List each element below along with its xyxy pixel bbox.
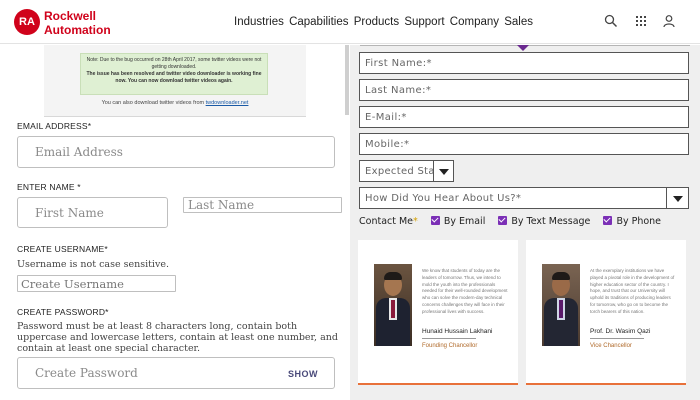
logo-badge[interactable]: RA [14, 9, 40, 35]
username-field[interactable]: Create Username [17, 275, 176, 292]
chancellor-photo [374, 264, 412, 346]
hear-about-dropdown-button[interactable] [666, 187, 689, 209]
right-last-name-field[interactable]: Last Name:* [359, 79, 689, 101]
logo[interactable]: Rockwell Automation [44, 9, 111, 37]
profile-card-vice-chancellor: At the exemplary institutions we have pl… [526, 240, 686, 385]
last-name-field[interactable]: Last Name [183, 197, 342, 213]
vice-chancellor-name: Prof. Dr. Wasim Qazi [590, 328, 651, 335]
username-placeholder: Create Username [21, 276, 124, 291]
start-year-value: Expected Start Y [365, 165, 433, 177]
vice-chancellor-photo [542, 264, 580, 346]
contact-required-mark: * [413, 216, 418, 227]
nav-company[interactable]: Company [450, 16, 499, 28]
password-placeholder: Create Password [35, 366, 138, 380]
nav-industries[interactable]: Industries [234, 16, 284, 28]
chancellor-message: We know that students of today are the l… [422, 268, 508, 314]
chancellor-role: Founding Chancellor [422, 343, 478, 349]
contact-preferences: Contact Me* By Email By Text Message By … [359, 216, 661, 227]
first-name-placeholder: First Name [35, 205, 104, 220]
username-hint: Username is not case sensitive. [17, 259, 169, 270]
right-first-name-field[interactable]: First Name:* [359, 52, 689, 74]
notice-message: Note: Due to the bug occurred on 28th Ap… [80, 53, 268, 95]
password-field[interactable]: Create Password SHOW [17, 357, 335, 389]
apps-grid-icon[interactable] [634, 14, 648, 28]
right-last-name-placeholder: Last Name:* [365, 84, 432, 96]
right-email-field[interactable]: E-Mail:* [359, 106, 689, 128]
phone-checkbox[interactable] [603, 216, 613, 225]
last-name-placeholder: Last Name [188, 198, 255, 212]
nav-capabilities[interactable]: Capabilities [289, 16, 348, 28]
notice-footer-link[interactable]: twdownloader.net [206, 100, 249, 106]
profile-card-chancellor: We know that students of today are the l… [358, 240, 518, 385]
notice-panel: Note: Due to the bug occurred on 28th Ap… [44, 45, 306, 117]
main-nav: Industries Capabilities Products Support… [234, 16, 535, 28]
vice-chancellor-message: At the exemplary institutions we have pl… [590, 268, 675, 314]
search-icon[interactable] [604, 14, 618, 28]
mobile-field[interactable]: Mobile:* [359, 133, 689, 155]
hear-about-select[interactable]: How Did You Hear About Us?* [359, 187, 667, 209]
notice-footer-text: You can also download twitter videos fro… [101, 100, 205, 106]
password-label: CREATE PASSWORD* [17, 307, 109, 317]
email-checkbox[interactable] [430, 216, 440, 225]
username-label: CREATE USERNAME* [17, 244, 108, 254]
nav-support[interactable]: Support [404, 16, 444, 28]
start-year-select[interactable]: Expected Start Y [359, 160, 434, 182]
first-name-field[interactable]: First Name [17, 197, 168, 228]
dropdown-arrow-icon [439, 169, 449, 175]
logo-line-1: Rockwell [44, 9, 97, 23]
notice-footer: You can also download twitter videos fro… [44, 100, 306, 106]
user-icon[interactable] [662, 14, 676, 28]
right-email-placeholder: E-Mail:* [365, 111, 407, 123]
notice-line-1: Note: Due to the bug occurred on 28th Ap… [86, 57, 262, 70]
card-divider [422, 338, 476, 339]
signup-form-left: Note: Due to the bug occurred on 28th Ap… [0, 45, 350, 400]
vice-chancellor-role: Vice Chancellor [590, 343, 632, 349]
nav-products[interactable]: Products [354, 16, 399, 28]
email-option-label: By Email [443, 216, 486, 227]
scrollbar-thumb[interactable] [345, 45, 349, 115]
notice-line-2: The issue has been resolved and twitter … [86, 71, 262, 84]
card-divider [590, 338, 644, 339]
email-label: EMAIL ADDRESS* [17, 121, 92, 131]
show-password-button[interactable]: SHOW [288, 369, 318, 379]
mobile-placeholder: Mobile:* [365, 138, 410, 150]
caret-down-icon [517, 45, 529, 51]
right-first-name-placeholder: First Name:* [365, 57, 432, 69]
dropdown-arrow-icon [673, 196, 683, 202]
phone-option-label: By Phone [616, 216, 662, 227]
text-message-checkbox[interactable] [498, 216, 508, 225]
email-field[interactable]: Email Address [17, 136, 335, 168]
email-placeholder: Email Address [35, 145, 123, 159]
hear-about-value: How Did You Hear About Us?* [365, 192, 522, 204]
password-hint: Password must be at least 8 characters l… [17, 321, 338, 354]
start-year-dropdown-button[interactable] [433, 160, 454, 182]
name-label: ENTER NAME * [17, 182, 81, 192]
nav-sales[interactable]: Sales [504, 16, 533, 28]
logo-line-2: Automation [44, 23, 111, 37]
site-header: RA Rockwell Automation Industries Capabi… [0, 0, 700, 44]
chancellor-name: Hunaid Hussain Lakhani [422, 328, 493, 335]
text-option-label: By Text Message [511, 216, 591, 227]
contact-label: Contact Me [359, 216, 414, 227]
